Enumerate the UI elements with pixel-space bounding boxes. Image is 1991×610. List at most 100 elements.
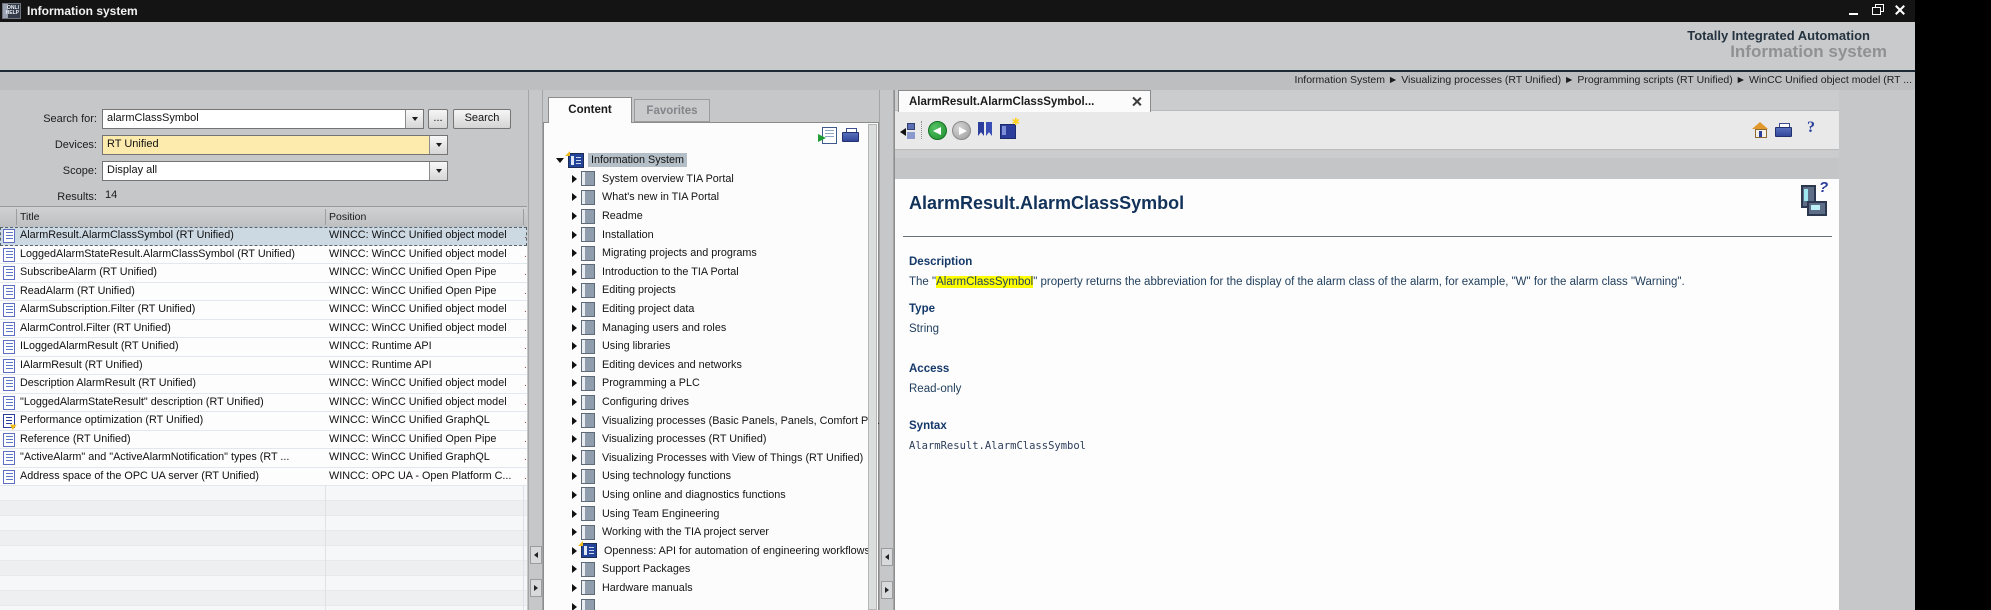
- collapsed-arrow-icon[interactable]: [572, 454, 577, 462]
- result-row[interactable]: Performance optimization (RT Unified) WI…: [0, 412, 527, 431]
- tree-item[interactable]: Introduction to the TIA Portal: [543, 263, 866, 282]
- result-row[interactable]: ILoggedAlarmResult (RT Unified) WINCC: R…: [0, 338, 527, 357]
- result-row[interactable]: "ActiveAlarm" and "ActiveAlarmNotificati…: [0, 449, 527, 468]
- show-current-topic-icon[interactable]: [822, 127, 837, 144]
- back-icon[interactable]: [928, 121, 947, 140]
- result-row[interactable]: SubscribeAlarm (RT Unified) WINCC: WinCC…: [0, 264, 527, 283]
- close-icon[interactable]: [1893, 3, 1907, 17]
- tree-item[interactable]: [543, 597, 866, 610]
- result-row[interactable]: LoggedAlarmStateResult.AlarmClassSymbol …: [0, 246, 527, 265]
- expand-right-icon[interactable]: [530, 579, 542, 597]
- collapsed-arrow-icon[interactable]: [572, 193, 577, 201]
- tree-item[interactable]: Configuring drives: [543, 393, 866, 412]
- tab-favorites[interactable]: Favorites: [634, 99, 710, 122]
- collapsed-arrow-icon[interactable]: [572, 510, 577, 518]
- result-row[interactable]: IAlarmResult (RT Unified) WINCC: Runtime…: [0, 357, 527, 376]
- collapsed-arrow-icon[interactable]: [572, 231, 577, 239]
- result-row[interactable]: AlarmResult.AlarmClassSymbol (RT Unified…: [0, 227, 527, 246]
- collapsed-arrow-icon[interactable]: [572, 324, 577, 332]
- column-header-title[interactable]: Title: [20, 207, 39, 227]
- tree-item[interactable]: Hardware manuals: [543, 579, 866, 598]
- forward-icon[interactable]: [952, 121, 971, 140]
- topic-tab[interactable]: AlarmResult.AlarmClassSymbol...: [898, 90, 1151, 112]
- print-icon[interactable]: [1775, 123, 1792, 137]
- collapse-left-icon[interactable]: [530, 546, 542, 564]
- tree-item[interactable]: Editing project data: [543, 300, 866, 319]
- print-icon[interactable]: [842, 128, 859, 142]
- devices-dropdown-icon[interactable]: [429, 136, 447, 154]
- collapsed-arrow-icon[interactable]: [572, 305, 577, 313]
- tree-item[interactable]: Working with the TIA project server: [543, 523, 866, 542]
- tree-item[interactable]: Visualizing Processes with View of Thing…: [543, 449, 866, 468]
- tree-item[interactable]: Programming a PLC: [543, 374, 866, 393]
- expanded-arrow-icon[interactable]: [556, 158, 564, 163]
- result-row[interactable]: "LoggedAlarmStateResult" description (RT…: [0, 394, 527, 413]
- minimize-icon[interactable]: [1847, 3, 1861, 17]
- tree-item[interactable]: Support Packages: [543, 560, 866, 579]
- collapsed-arrow-icon[interactable]: [572, 379, 577, 387]
- collapsed-arrow-icon[interactable]: [572, 361, 577, 369]
- left-splitter[interactable]: [528, 90, 543, 610]
- collapsed-arrow-icon[interactable]: [572, 268, 577, 276]
- restore-icon[interactable]: [1870, 3, 1884, 17]
- result-row[interactable]: AlarmSubscription.Filter (RT Unified) WI…: [0, 301, 527, 320]
- search-input[interactable]: alarmClassSymbol: [102, 109, 424, 129]
- tree-item[interactable]: Using online and diagnostics functions: [543, 486, 866, 505]
- collapsed-arrow-icon[interactable]: [572, 472, 577, 480]
- tree-item[interactable]: Editing devices and networks: [543, 356, 866, 375]
- scope-dropdown-icon[interactable]: [429, 162, 447, 180]
- collapsed-arrow-icon[interactable]: [572, 249, 577, 257]
- collapsed-arrow-icon[interactable]: [572, 175, 577, 183]
- tree-item[interactable]: What's new in TIA Portal: [543, 188, 866, 207]
- result-row[interactable]: Address space of the OPC UA server (RT U…: [0, 468, 527, 487]
- locate-in-contents-icon[interactable]: [900, 122, 916, 139]
- tree-item[interactable]: Editing projects: [543, 281, 866, 300]
- related-windows-help-icon[interactable]: [1797, 185, 1831, 221]
- add-bookmark-icon[interactable]: [1000, 124, 1016, 139]
- collapsed-arrow-icon[interactable]: [572, 417, 577, 425]
- collapsed-arrow-icon[interactable]: [572, 565, 577, 573]
- tree-item[interactable]: Using technology functions: [543, 467, 866, 486]
- collapsed-arrow-icon[interactable]: [572, 342, 577, 350]
- collapsed-arrow-icon[interactable]: [572, 491, 577, 499]
- collapsed-arrow-icon[interactable]: [572, 212, 577, 220]
- scope-select[interactable]: Display all: [102, 161, 448, 181]
- tree-item[interactable]: Installation: [543, 225, 866, 244]
- collapsed-arrow-icon[interactable]: [572, 435, 577, 443]
- devices-select[interactable]: RT Unified: [102, 135, 448, 155]
- tree-item[interactable]: Migrating projects and programs: [543, 244, 866, 263]
- tree-item[interactable]: System overview TIA Portal: [543, 170, 866, 189]
- collapsed-arrow-icon[interactable]: [572, 547, 577, 555]
- close-tab-icon[interactable]: [1131, 96, 1142, 107]
- tab-content[interactable]: Content: [548, 97, 632, 123]
- bookmarks-icon[interactable]: [977, 122, 994, 137]
- tree-item[interactable]: Readme: [543, 207, 866, 226]
- right-splitter[interactable]: [879, 90, 894, 610]
- expand-right-icon[interactable]: [881, 581, 893, 599]
- help-icon[interactable]: [1807, 119, 1815, 137]
- advanced-search-button[interactable]: ...: [428, 109, 448, 129]
- tree-item[interactable]: Visualizing processes (RT Unified): [543, 430, 866, 449]
- tree-item[interactable]: Managing users and roles: [543, 318, 866, 337]
- result-row[interactable]: Reference (RT Unified) WINCC: WinCC Unif…: [0, 431, 527, 450]
- search-button[interactable]: Search: [453, 109, 511, 129]
- result-row[interactable]: AlarmControl.Filter (RT Unified) WINCC: …: [0, 320, 527, 339]
- collapsed-arrow-icon[interactable]: [572, 398, 577, 406]
- collapsed-arrow-icon[interactable]: [572, 603, 577, 610]
- result-row[interactable]: ReadAlarm (RT Unified) WINCC: WinCC Unif…: [0, 283, 527, 302]
- tree-item[interactable]: Openness: API for automation of engineer…: [543, 541, 866, 560]
- search-dropdown-icon[interactable]: [405, 110, 423, 128]
- tree-scrollbar[interactable]: [868, 124, 877, 610]
- tree-item[interactable]: Using Team Engineering: [543, 504, 866, 523]
- tree-item[interactable]: Using libraries: [543, 337, 866, 356]
- collapsed-arrow-icon[interactable]: [572, 286, 577, 294]
- collapse-left-icon[interactable]: [881, 548, 893, 566]
- tree-item[interactable]: Information System: [543, 151, 866, 170]
- home-icon[interactable]: [1752, 122, 1769, 137]
- tree-item[interactable]: Visualizing processes (Basic Panels, Pan…: [543, 411, 866, 430]
- result-row[interactable]: Description AlarmResult (RT Unified) WIN…: [0, 375, 527, 394]
- collapsed-arrow-icon[interactable]: [572, 584, 577, 592]
- breadcrumb[interactable]: Information System ► Visualizing process…: [1295, 74, 1912, 86]
- column-header-position[interactable]: Position: [329, 207, 366, 227]
- collapsed-arrow-icon[interactable]: [572, 528, 577, 536]
